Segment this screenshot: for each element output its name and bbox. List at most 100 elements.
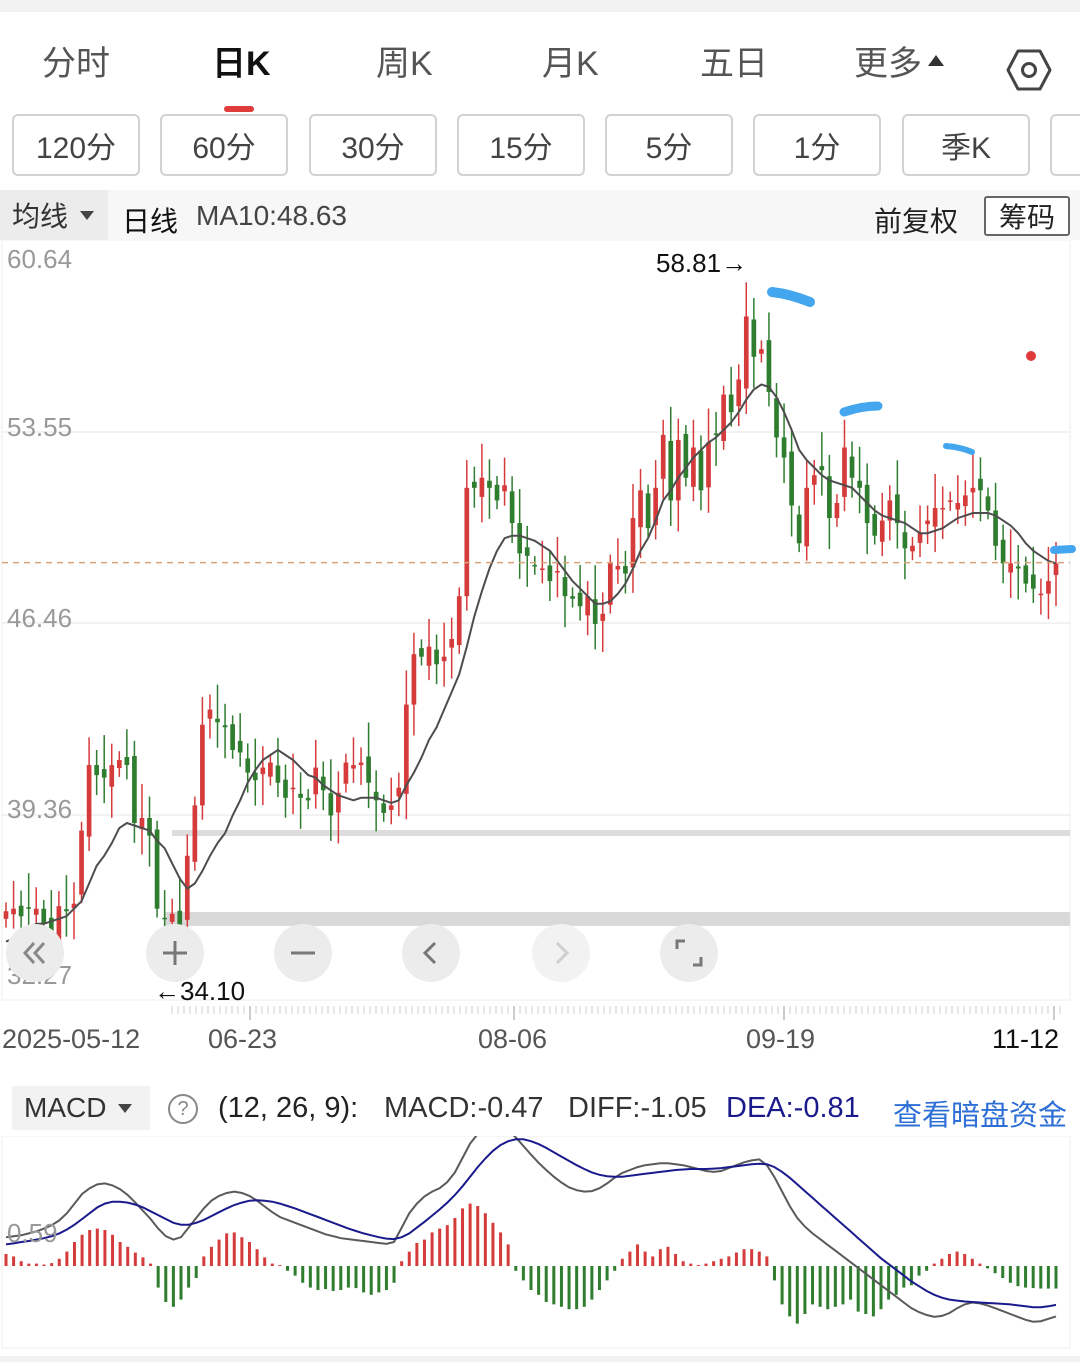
candle-body: [1053, 563, 1059, 576]
period-120min-button[interactable]: 120分: [12, 114, 140, 176]
tab-more[interactable]: 更多: [854, 36, 944, 85]
minus-icon: [291, 951, 315, 955]
candle-body: [985, 496, 991, 511]
candle-body: [419, 648, 424, 657]
diff-value: DIFF:-1.05: [568, 1092, 707, 1124]
dark-pool-link[interactable]: 查看暗盘资金: [893, 1092, 1067, 1134]
zoom-in-button[interactable]: [146, 924, 204, 982]
macd-header: MACD ? (12, 26, 9): MACD:-0.47 DIFF:-1.0…: [0, 1076, 1080, 1136]
kline-plot-area: [1, 240, 1071, 1001]
ma10-value: MA10:48.63: [196, 200, 347, 231]
candle-body: [41, 908, 47, 924]
candle-body: [570, 596, 575, 599]
indicator-select[interactable]: MACD: [12, 1086, 150, 1130]
candle-body: [94, 765, 99, 776]
fullscreen-button[interactable]: [660, 924, 718, 982]
y-tick-label: 60.64: [7, 244, 72, 274]
tab-monthly-k[interactable]: 月K: [542, 36, 599, 85]
candle-body: [638, 490, 643, 528]
macd-chart[interactable]: 0.59: [0, 1136, 1080, 1356]
candle-body: [275, 765, 281, 783]
candle-body: [615, 565, 621, 570]
candle-body: [910, 545, 915, 552]
marker-stroke: [1050, 545, 1076, 554]
macd-params: (12, 26, 9):: [218, 1092, 359, 1124]
candle-body: [79, 830, 84, 895]
candle-body: [456, 596, 462, 646]
candle-body: [260, 767, 266, 775]
candle-body: [358, 762, 364, 766]
hexagon-gear-icon[interactable]: [1006, 48, 1052, 92]
triangle-down-icon: [80, 210, 95, 220]
tab-five-day[interactable]: 五日: [700, 36, 768, 85]
help-icon[interactable]: ?: [168, 1094, 198, 1124]
zoom-out-button[interactable]: [274, 924, 332, 982]
candle-body: [1038, 593, 1044, 596]
right-icon: [555, 941, 570, 965]
candle-body: [547, 565, 553, 582]
period-15min-button[interactable]: 15分: [457, 114, 585, 176]
candle-body: [109, 765, 115, 787]
indicator-select-label: MACD: [24, 1092, 107, 1123]
left-icon: [422, 941, 437, 965]
candle-body: [827, 476, 832, 519]
macd-plot-area: [1, 1136, 1071, 1349]
period-1min-button[interactable]: 1分: [753, 114, 881, 176]
candle-body: [849, 456, 855, 478]
ma-select[interactable]: 均线: [0, 190, 108, 240]
tab-intraday[interactable]: 分时: [42, 36, 110, 85]
tab-daily-k[interactable]: 日K: [212, 36, 271, 85]
bottom-strip: [0, 1356, 1080, 1362]
candle-body: [902, 532, 908, 549]
period-5min-button[interactable]: 5分: [605, 114, 733, 176]
x-tick-label: 09-19: [746, 1024, 815, 1054]
x-tick-label: 06-23: [208, 1024, 277, 1054]
candle-body: [759, 349, 764, 354]
candle-body: [842, 447, 847, 497]
candle-body: [215, 718, 220, 723]
tab-weekly-k[interactable]: 周K: [376, 36, 433, 85]
candle-body: [222, 725, 228, 728]
candle-body: [64, 909, 69, 912]
period-quarter-k-button[interactable]: 季K: [902, 114, 1030, 176]
range-slider-top: [172, 830, 1070, 836]
candle-body: [343, 762, 349, 784]
macd-y-tick-label: 0.59: [7, 1218, 58, 1248]
candle-body: [26, 907, 32, 909]
candle-body: [517, 523, 523, 554]
y-tick-label: 39.36: [7, 794, 72, 824]
period-30min-button[interactable]: 30分: [309, 114, 437, 176]
candle-body: [494, 484, 500, 501]
candle-body: [796, 514, 802, 544]
candle-body: [464, 487, 470, 597]
candle-body: [577, 592, 583, 607]
candle-body: [630, 518, 636, 568]
candle-body: [116, 760, 122, 769]
candle-body: [313, 767, 319, 795]
candle-body: [192, 805, 198, 862]
candle-body: [305, 797, 311, 801]
rewind-button[interactable]: [6, 924, 64, 982]
candle-body: [207, 709, 213, 719]
candle-body: [917, 533, 923, 543]
chips-button[interactable]: 筹码: [984, 196, 1070, 236]
candle-body: [524, 547, 530, 556]
candle-body: [1015, 566, 1021, 569]
candle-body: [381, 803, 387, 813]
indicator-info-bar: 均线 日线 MA10:48.63 前复权 筹码: [0, 190, 1080, 240]
candle-body: [532, 564, 538, 567]
current-date-dot: [1026, 351, 1036, 361]
period-60min-button[interactable]: 60分: [160, 114, 288, 176]
candle-body: [351, 765, 356, 769]
candle-body: [472, 481, 477, 488]
kline-label: 日线: [122, 206, 179, 237]
candle-body: [162, 917, 167, 920]
scroll-left-button[interactable]: [402, 924, 460, 982]
period-more-button[interactable]: [1050, 114, 1080, 176]
candle-body: [978, 478, 983, 491]
adjust-mode[interactable]: 前复权: [874, 200, 958, 240]
scroll-right-button[interactable]: [532, 924, 590, 982]
candle-body: [426, 646, 432, 666]
candle-body: [932, 507, 938, 527]
period-tabs: 分时 日K 周K 月K 五日 更多: [0, 12, 1080, 112]
